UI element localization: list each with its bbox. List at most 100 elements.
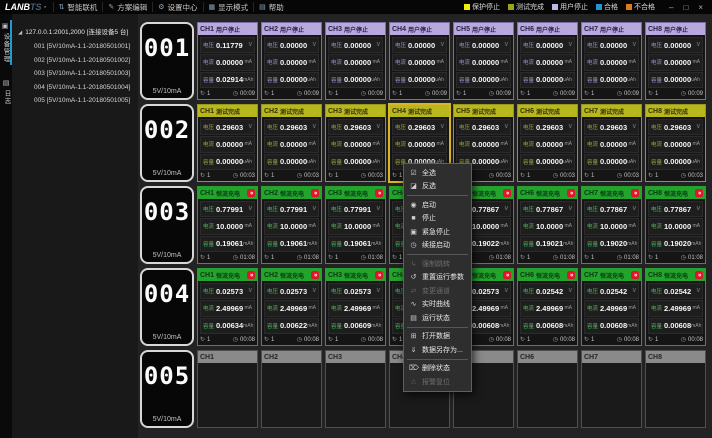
time-value: 00:09 (624, 91, 639, 97)
channel-card[interactable]: CH8用户停止电压0.00000V电流0.00000mA容量0.00000uAh… (645, 22, 706, 100)
rail-tab-log[interactable]: ▤日志 (0, 77, 12, 107)
context-menu-item-open-data[interactable]: ⊞打开数据 (404, 330, 471, 344)
current-unit: mA (629, 223, 637, 229)
capacity-unit: mAh (691, 323, 701, 329)
channel-card[interactable]: CH3测试完成电压0.29603V电流0.00000mA容量0.00000uAh… (325, 104, 386, 182)
menu-display-mode[interactable]: ▦显示模式 (203, 2, 254, 12)
context-menu-item-realtime-curve[interactable]: ∿实时曲线 (404, 298, 471, 312)
channel-card[interactable]: CH7恒流充电»电压0.77867V电流10.0000mA容量0.19020mA… (581, 186, 642, 264)
menu-plan-edit[interactable]: ✎方案编辑 (102, 2, 152, 12)
channel-card[interactable]: CH3恒流充电»电压0.02573V电流2.49969mA容量0.00609mA… (325, 268, 386, 346)
device-panel[interactable]: 0045V/10mA (140, 268, 194, 346)
tree-item-001[interactable]: 001 [5V/10mA-1.1-20180501001] (12, 40, 138, 54)
minimize-button[interactable]: – (669, 3, 673, 12)
channel-card[interactable]: CH1测试完成电压0.29603V电流0.00000mA容量0.00000uAh… (197, 104, 258, 182)
channel-status: 恒流充电 (280, 271, 304, 280)
channel-card[interactable]: CH8测试完成电压0.29603V电流0.00000mA容量0.00000uAh… (645, 104, 706, 182)
context-menu-item-delete-status[interactable]: ⌦删除状态 (404, 362, 471, 376)
channel-card[interactable]: CH4用户停止电压0.00000V电流0.00000mA容量0.00000uAh… (389, 22, 450, 100)
maximize-button[interactable]: □ (683, 3, 688, 12)
channel-values: 电压0.29603V电流0.00000mA容量0.00000uAh (326, 117, 385, 171)
time-value: 01:08 (624, 255, 639, 261)
cycle-icon: ↻ (392, 172, 397, 179)
channel-card[interactable]: CH2测试完成电压0.29603V电流0.00000mA容量0.00000uAh… (261, 104, 322, 182)
step-time: ◷01:08 (297, 254, 319, 261)
device-panel[interactable]: 0055V/10mA (140, 350, 194, 428)
context-menu-item-run-status[interactable]: ▤运行状态 (404, 311, 471, 325)
current-label: 电流 (203, 140, 214, 148)
channel-card[interactable]: CH3 (325, 350, 386, 428)
current-unit: mA (693, 305, 701, 311)
channel-status: 用户停止 (408, 25, 432, 34)
channel-card[interactable]: CH7恒流充电»电压0.02542V电流2.49969mA容量0.00608mA… (581, 268, 642, 346)
legend-item: 保护停止 (464, 2, 500, 12)
channel-status: 恒流充电 (536, 271, 560, 280)
voltage-value: 0.02573 (216, 287, 243, 296)
channel-card[interactable]: CH8恒流充电»电压0.77867V电流10.0000mA容量0.19020mA… (645, 186, 706, 264)
context-menu-item-save-data-as[interactable]: ⇓数据另存为... (404, 343, 471, 357)
tree-item-003[interactable]: 003 [5V/10mA-1.1-20180501003] (12, 67, 138, 81)
tree-item-004[interactable]: 004 [5V/10mA-1.1-20180501004] (12, 81, 138, 95)
current-value: 0.00000 (664, 140, 691, 149)
cycle-icon: ↻ (584, 90, 589, 97)
channel-name: CH2 (264, 354, 278, 361)
cycle-count: 1 (207, 173, 210, 179)
current-unit: mA (245, 141, 253, 147)
channel-card[interactable]: CH6用户停止电压0.00000V电流0.00000mA容量0.00000uAh… (517, 22, 578, 100)
context-menu-item-invert-selection[interactable]: ◪反选 (404, 180, 471, 194)
channel-card[interactable]: CH2恒流充电»电压0.77991V电流10.0000mA容量0.19061mA… (261, 186, 322, 264)
channel-card[interactable]: CH7用户停止电压0.00000V电流0.00000mA容量0.00000uAh… (581, 22, 642, 100)
channel-card[interactable]: CH7测试完成电压0.29603V电流0.00000mA容量0.00000uAh… (581, 104, 642, 182)
tree-item-005[interactable]: 005 [5V/10mA-1.1-20180501005] (12, 94, 138, 108)
close-button[interactable]: × (698, 3, 703, 12)
channel-card[interactable]: CH3恒流充电»电压0.77991V电流10.0000mA容量0.19061mA… (325, 186, 386, 264)
channel-card[interactable]: CH7 (581, 350, 642, 428)
context-menu-label: 反选 (422, 181, 436, 191)
tree-root[interactable]: ◢127.0.0.1:2001,2000 [连接设备5 台] (12, 26, 138, 40)
tree-item-002[interactable]: 002 [5V/10mA-1.1-20180501002] (12, 54, 138, 68)
current-value: 10.0000 (216, 222, 243, 231)
context-menu-item-stop[interactable]: ■停止 (404, 212, 471, 226)
rail-tab-device-management[interactable]: ▣设备管理 (0, 20, 12, 65)
channel-card[interactable]: CH2 (261, 350, 322, 428)
legend-label: 测试完成 (516, 2, 544, 12)
channel-values (198, 363, 257, 427)
channel-card[interactable]: CH2恒流充电»电压0.02573V电流2.49969mA容量0.00622mA… (261, 268, 322, 346)
context-menu-item-emergency-stop[interactable]: ▣紧急停止 (404, 225, 471, 239)
channel-card[interactable]: CH1 (197, 350, 258, 428)
channel-header: CH7测试完成 (582, 105, 641, 117)
channel-card[interactable]: CH5用户停止电压0.00000V电流0.00000mA容量0.00000uAh… (453, 22, 514, 100)
channel-card[interactable]: CH6 (517, 350, 578, 428)
context-menu-item-start[interactable]: ◉启动 (404, 198, 471, 212)
voltage-unit: V (697, 206, 700, 212)
menu-smart-connect[interactable]: ⇅智能联机 (53, 2, 103, 12)
menu-help[interactable]: ▤帮助 (253, 2, 289, 12)
channel-card[interactable]: CH2用户停止电压0.00000V电流0.00000mA容量0.00000uAh… (261, 22, 322, 100)
collapse-arrow-icon[interactable]: ◢ (18, 30, 22, 36)
channel-card[interactable]: CH1恒流充电»电压0.77991V电流10.0000mA容量0.19061mA… (197, 186, 258, 264)
channel-card[interactable]: CH1用户停止电压0.11779V电流0.00000mA容量0.02914mAh… (197, 22, 258, 100)
force-jump-icon: ↳ (409, 260, 418, 268)
channel-card[interactable]: CH3用户停止电压0.00000V电流0.00000mA容量0.00000uAh… (325, 22, 386, 100)
context-menu-item-resume-start[interactable]: ◷续接启动 (404, 239, 471, 253)
device-panel[interactable]: 0025V/10mA (140, 104, 194, 182)
channel-card[interactable]: CH6测试完成电压0.29603V电流0.00000mA容量0.00000uAh… (517, 104, 578, 182)
channel-card[interactable]: CH8恒流充电»电压0.02542V电流2.49969mA容量0.00608mA… (645, 268, 706, 346)
cycle-count: 1 (591, 91, 594, 97)
device-panel[interactable]: 0035V/10mA (140, 186, 194, 264)
current-value: 0.00000 (472, 58, 499, 67)
context-menu-item-reset-run-params[interactable]: ↺重置运行参数 (404, 271, 471, 285)
device-panel[interactable]: 0015V/10mA (140, 22, 194, 100)
channel-name: CH4 (392, 108, 406, 115)
channel-card[interactable]: CH6恒流充电»电压0.02542V电流2.49969mA容量0.00608mA… (517, 268, 578, 346)
channel-status: 恒流充电 (472, 271, 496, 280)
voltage-unit: V (505, 206, 508, 212)
channel-header: CH2恒流充电» (262, 269, 321, 281)
channel-card[interactable]: CH1恒流充电»电压0.02573V电流2.49969mA容量0.00634mA… (197, 268, 258, 346)
context-menu-item-select-all[interactable]: ☑全选 (404, 166, 471, 180)
cycle-icon: ↻ (584, 172, 589, 179)
channel-card[interactable]: CH8 (645, 350, 706, 428)
channel-card[interactable]: CH6恒流充电»电压0.77867V电流10.0000mA容量0.19021mA… (517, 186, 578, 264)
current-unit: mA (693, 223, 701, 229)
menu-settings-center[interactable]: ⚙设置中心 (152, 2, 202, 12)
